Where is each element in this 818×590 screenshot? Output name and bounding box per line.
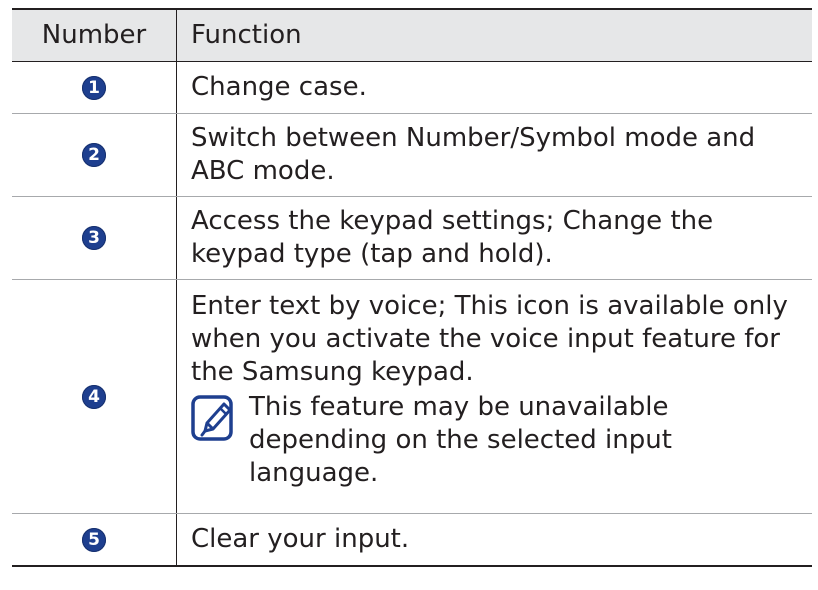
note-block: This feature may be unavailable dependin… <box>191 391 802 490</box>
header-function-cell: Function <box>177 10 812 61</box>
function-cell: Enter text by voice; This icon is availa… <box>177 280 812 513</box>
note-text-line: This feature may be unavailable <box>249 392 669 422</box>
function-text: Clear your input. <box>191 524 410 554</box>
function-text-line: keypad type (tap and hold). <box>191 239 553 269</box>
table-row: 1 Change case. <box>12 62 812 114</box>
function-text-line: Access the keypad settings; Change the <box>191 206 714 236</box>
function-text-line: ABC mode. <box>191 156 335 186</box>
function-cell: Change case. <box>177 62 812 113</box>
number-badge-3: 3 <box>82 226 106 250</box>
table-row: 4 Enter text by voice; This icon is avai… <box>12 280 812 514</box>
header-number-label: Number <box>41 20 147 50</box>
number-cell: 1 <box>12 62 177 113</box>
note-text: This feature may be unavailable dependin… <box>249 391 672 490</box>
number-badge-5: 5 <box>82 527 106 552</box>
number-cell: 3 <box>12 197 177 279</box>
function-text-line: Enter text by voice; This icon is availa… <box>191 291 788 321</box>
function-cell: Switch between Number/Symbol mode and AB… <box>177 114 812 196</box>
function-text: Change case. <box>191 72 367 102</box>
function-text-line: when you activate the voice input featur… <box>191 324 780 354</box>
function-text-line: Switch between Number/Symbol mode and <box>191 123 756 153</box>
number-cell: 5 <box>12 514 177 565</box>
function-text-line: the Samsung keypad. <box>191 357 474 387</box>
number-badge-2: 2 <box>82 143 106 167</box>
table-row: 2 Switch between Number/Symbol mode and … <box>12 114 812 197</box>
table-header-row: Number Function <box>12 8 812 62</box>
function-table: Number Function 1 Change case. 2 Switch … <box>12 8 812 567</box>
function-cell: Clear your input. <box>177 514 812 565</box>
table-row: 5 Clear your input. <box>12 514 812 567</box>
function-cell: Access the keypad settings; Change the k… <box>177 197 812 279</box>
header-number-cell: Number <box>12 10 177 61</box>
header-function-label: Function <box>191 20 302 50</box>
note-text-line: language. <box>249 458 379 488</box>
note-pencil-icon <box>191 395 233 441</box>
table-row: 3 Access the keypad settings; Change the… <box>12 197 812 280</box>
number-cell: 4 <box>12 280 177 513</box>
number-badge-4: 4 <box>82 384 106 409</box>
number-cell: 2 <box>12 114 177 196</box>
note-text-line: depending on the selected input <box>249 425 672 455</box>
number-badge-1: 1 <box>82 75 106 100</box>
